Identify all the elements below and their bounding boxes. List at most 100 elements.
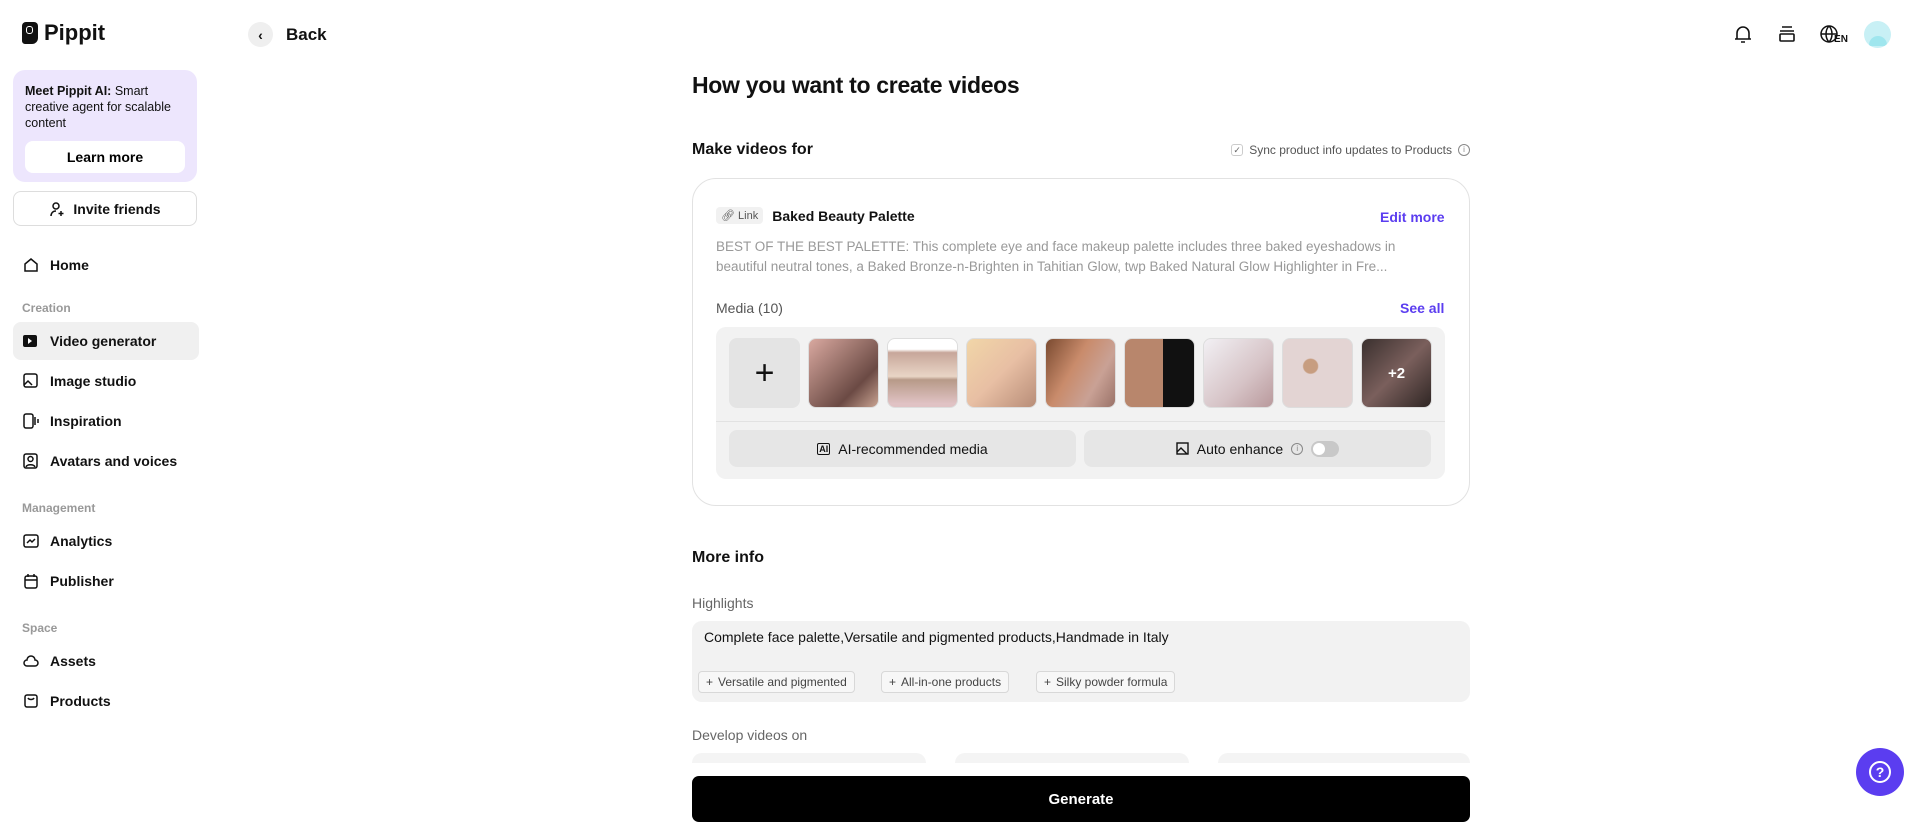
media-divider: [716, 421, 1445, 422]
suggestion-tag[interactable]: + All-in-one products: [881, 671, 1010, 693]
ai-media-icon: AI: [817, 442, 831, 455]
promo-card: Meet Pippit AI: Smart creative agent for…: [13, 70, 197, 182]
learn-more-button[interactable]: Learn more: [25, 141, 185, 173]
subscription-icon[interactable]: [1775, 22, 1799, 46]
back-button[interactable]: ‹ Back: [248, 22, 327, 47]
sidebar-item-publisher[interactable]: Publisher: [13, 562, 199, 600]
more-media-thumbnail[interactable]: +2: [1361, 338, 1432, 408]
sidebar-item-products[interactable]: Products: [13, 682, 199, 720]
inspiration-icon: [22, 412, 40, 430]
platform-option[interactable]: [1218, 753, 1470, 763]
sidebar-item-label: Home: [50, 257, 89, 273]
sidebar-item-label: Image studio: [50, 373, 137, 389]
plus-icon: +: [706, 675, 714, 689]
product-name: Baked Beauty Palette: [772, 207, 915, 224]
sidebar-item-inspiration[interactable]: Inspiration: [13, 402, 199, 440]
plus-icon: +: [889, 675, 897, 689]
info-icon[interactable]: i: [1291, 442, 1304, 455]
sync-product-info[interactable]: ✓ Sync product info updates to Products …: [1231, 143, 1470, 157]
chevron-left-icon: ‹: [248, 22, 273, 47]
sidebar-item-label: Assets: [50, 653, 96, 669]
sidebar-item-label: Products: [50, 693, 111, 709]
highlights-label: Highlights: [692, 595, 754, 611]
media-thumbnail[interactable]: [966, 338, 1037, 408]
avatar-icon: [22, 452, 40, 470]
make-videos-for-heading: Make videos for: [692, 141, 813, 158]
product-description: BEST OF THE BEST PALETTE: This complete …: [716, 239, 1396, 274]
sidebar-item-label: Video generator: [50, 333, 157, 349]
auto-enhance-label: Auto enhance: [1196, 440, 1284, 457]
link-icon: 🔗︎: [721, 210, 735, 222]
invite-friends-button[interactable]: Invite friends: [13, 191, 197, 226]
more-info-heading: More info: [692, 549, 764, 566]
media-thumbnail[interactable]: [808, 338, 879, 408]
generate-button[interactable]: Generate: [692, 776, 1470, 822]
platform-option[interactable]: [692, 753, 926, 763]
sidebar-item-assets[interactable]: Assets: [13, 642, 199, 680]
video-generator-icon: [22, 332, 40, 350]
ai-media-label: AI-recommended media: [838, 440, 988, 457]
back-label: Back: [286, 24, 327, 44]
calendar-icon: [22, 572, 40, 590]
bell-icon[interactable]: [1731, 22, 1755, 46]
add-user-icon: [50, 201, 64, 216]
section-label-creation: Creation: [22, 301, 71, 315]
sidebar-item-label: Analytics: [50, 533, 113, 549]
media-thumbnail[interactable]: [1045, 338, 1116, 408]
sidebar-item-image-studio[interactable]: Image studio: [13, 362, 199, 400]
add-media-button[interactable]: +: [729, 338, 800, 408]
sync-checkbox[interactable]: ✓: [1231, 144, 1244, 156]
media-thumbnail[interactable]: [1203, 338, 1274, 408]
pippit-logo[interactable]: Pippit: [22, 20, 105, 46]
sidebar-item-video-generator[interactable]: Video generator: [13, 322, 199, 360]
auto-enhance-control: Auto enhance i: [1084, 430, 1431, 467]
make-videos-header: Make videos for ✓ Sync product info upda…: [692, 141, 1470, 161]
help-button[interactable]: ?: [1856, 748, 1904, 796]
media-label: Media (10): [716, 300, 783, 316]
language-code: EN: [1834, 33, 1848, 45]
suggestion-tag[interactable]: + Silky powder formula: [1036, 671, 1176, 693]
app-name: Pippit: [44, 20, 106, 45]
tag-label: Silky powder formula: [1056, 675, 1168, 689]
suggestion-tag[interactable]: + Versatile and pigmented: [698, 671, 855, 693]
platform-option[interactable]: [955, 753, 1189, 763]
plus-icon: +: [754, 353, 775, 392]
sidebar-item-analytics[interactable]: Analytics: [13, 522, 199, 560]
pippit-logo-icon: [22, 22, 38, 44]
sidebar-item-avatars-and-voices[interactable]: Avatars and voices: [13, 442, 199, 480]
tag-label: All-in-one products: [901, 675, 1002, 689]
media-thumbnail[interactable]: [887, 338, 958, 408]
home-icon: [22, 256, 40, 274]
plus-icon: +: [1044, 675, 1052, 689]
box-icon: [22, 692, 40, 710]
info-icon[interactable]: i: [1458, 144, 1470, 156]
section-label-management: Management: [22, 501, 96, 515]
sidebar-item-home[interactable]: Home: [13, 246, 199, 284]
sync-label: Sync product info updates to Products: [1249, 143, 1452, 157]
highlights-value[interactable]: Complete face palette,Versatile and pigm…: [704, 629, 1169, 645]
page-title: How you want to create videos: [692, 72, 1020, 98]
ai-recommended-media-button[interactable]: AI AI-recommended media: [729, 430, 1076, 467]
promo-text: Meet Pippit AI: Smart creative agent for…: [25, 83, 185, 131]
media-thumbnail[interactable]: [1124, 338, 1195, 408]
see-all-link[interactable]: See all: [1400, 300, 1444, 316]
sidebar-item-label: Avatars and voices: [50, 453, 178, 469]
product-header: 🔗︎ Link Baked Beauty Palette: [716, 207, 915, 224]
section-label-space: Space: [22, 621, 58, 635]
sidebar-item-label: Publisher: [50, 573, 114, 589]
user-avatar[interactable]: [1864, 21, 1891, 48]
sidebar-item-label: Inspiration: [50, 413, 122, 429]
media-thumbnail[interactable]: [1282, 338, 1353, 408]
image-studio-icon: [22, 372, 40, 390]
auto-enhance-toggle[interactable]: [1311, 440, 1340, 457]
link-badge-label: Link: [738, 210, 759, 222]
analytics-icon: [22, 532, 40, 550]
cloud-icon: [22, 652, 40, 670]
image-icon: [1176, 442, 1189, 455]
language-selector[interactable]: EN: [1818, 22, 1850, 46]
help-icon: ?: [1869, 761, 1891, 783]
edit-more-link[interactable]: Edit more: [1380, 209, 1445, 225]
develop-videos-label: Develop videos on: [692, 727, 808, 743]
link-badge: 🔗︎ Link: [716, 207, 764, 224]
invite-label: Invite friends: [73, 200, 161, 217]
